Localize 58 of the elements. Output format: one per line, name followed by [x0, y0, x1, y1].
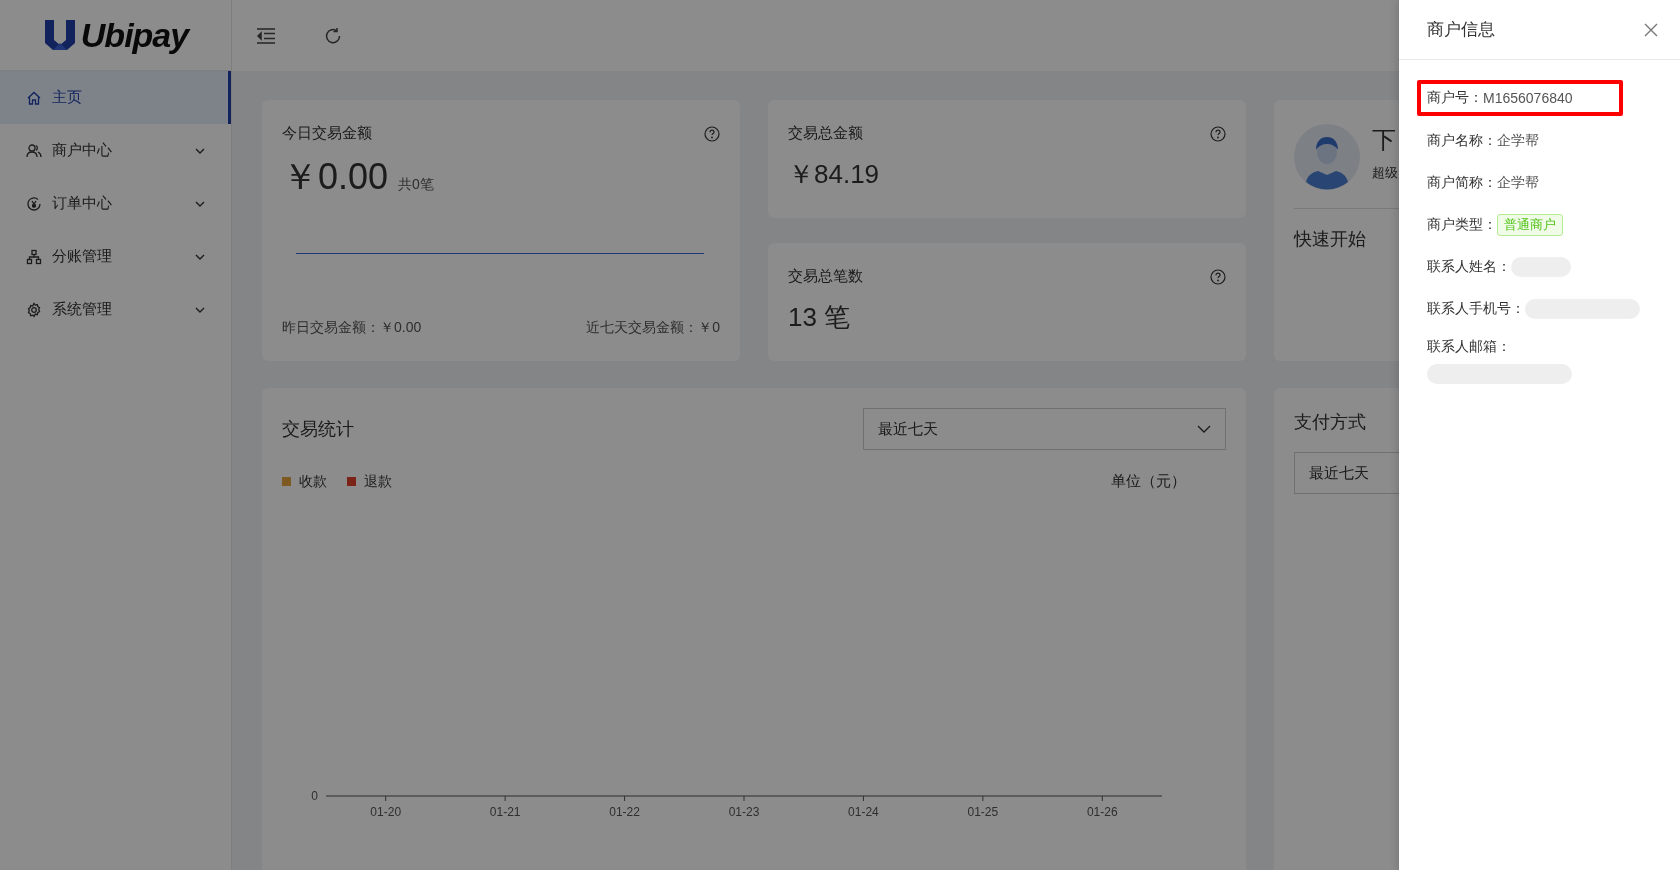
- logo-icon: [42, 18, 77, 52]
- yesterday-amount: 昨日交易金额：￥0.00: [282, 319, 422, 337]
- x-tick-label: 01-23: [728, 805, 760, 819]
- users-icon: [26, 142, 42, 159]
- total-count-value: 13 笔: [788, 301, 851, 334]
- legend-label: 收款: [299, 472, 327, 491]
- quick-start-title: 快速开始: [1294, 229, 1366, 249]
- card-title: 支付方式: [1294, 412, 1366, 432]
- range-select[interactable]: 最近七天: [863, 408, 1226, 450]
- x-tick-label: 01-26: [1086, 805, 1118, 819]
- hierarchy-icon: [26, 248, 42, 265]
- field-label: 商户类型：: [1427, 216, 1497, 234]
- field-value: 企学帮: [1497, 132, 1539, 150]
- nav-item[interactable]: 分账管理: [0, 230, 231, 283]
- logo-text: Ubipay: [80, 15, 189, 55]
- nav-item[interactable]: 商户中心: [0, 124, 231, 177]
- field-label: 商户号：: [1427, 89, 1483, 107]
- field-value: M1656076840: [1483, 90, 1573, 106]
- refresh-icon[interactable]: [324, 26, 342, 45]
- nav-item[interactable]: 订单中心: [0, 177, 231, 230]
- drawer-title: 商户信息: [1427, 19, 1495, 41]
- x-tick-label: 01-24: [848, 805, 879, 819]
- field-label: 商户名称：: [1427, 132, 1497, 150]
- unit-label: 单位（元）: [1111, 472, 1186, 491]
- field-value: 企学帮: [1497, 174, 1539, 192]
- collapse-menu-icon[interactable]: [256, 27, 276, 44]
- home-icon: [26, 89, 42, 106]
- card-title: 今日交易金额: [282, 124, 372, 143]
- card-title: 交易总笔数: [788, 267, 863, 286]
- settings-icon: [26, 301, 42, 318]
- count-text: 共0笔: [398, 176, 434, 194]
- yen-icon: [26, 195, 42, 212]
- x-tick-label: 01-22: [609, 805, 640, 819]
- x-tick-label: 01-21: [489, 805, 521, 819]
- help-icon[interactable]: [1210, 125, 1226, 142]
- help-icon[interactable]: [1210, 268, 1226, 285]
- avatar-icon: [1294, 124, 1360, 190]
- field-label: 联系人邮箱：: [1427, 338, 1511, 356]
- amount-value: ￥0.00: [282, 155, 389, 199]
- chevron-icon: [1197, 425, 1211, 433]
- nav-item[interactable]: 主页: [0, 71, 231, 124]
- field-label: 商户简称：: [1427, 174, 1497, 192]
- field-label: 联系人手机号：: [1427, 300, 1525, 318]
- x-tick-label: 01-20: [370, 805, 402, 819]
- greeting-text: 下: [1372, 125, 1397, 155]
- card-title: 交易统计: [282, 418, 354, 441]
- card-title: 交易总金额: [788, 124, 863, 143]
- legend-label: 退款: [364, 472, 392, 491]
- y-tick-label: 0: [311, 789, 318, 803]
- type-tag: 普通商户: [1497, 214, 1563, 236]
- field-label: 联系人姓名：: [1427, 258, 1511, 276]
- role-text: 超级: [1372, 164, 1398, 182]
- week-amount: 近七天交易金额：￥0: [586, 319, 720, 337]
- x-tick-label: 01-25: [967, 805, 999, 819]
- total-amount-value: ￥84.19: [788, 158, 880, 191]
- nav-item[interactable]: 系统管理: [0, 283, 231, 336]
- close-icon[interactable]: [1644, 22, 1658, 37]
- help-icon[interactable]: [704, 125, 720, 142]
